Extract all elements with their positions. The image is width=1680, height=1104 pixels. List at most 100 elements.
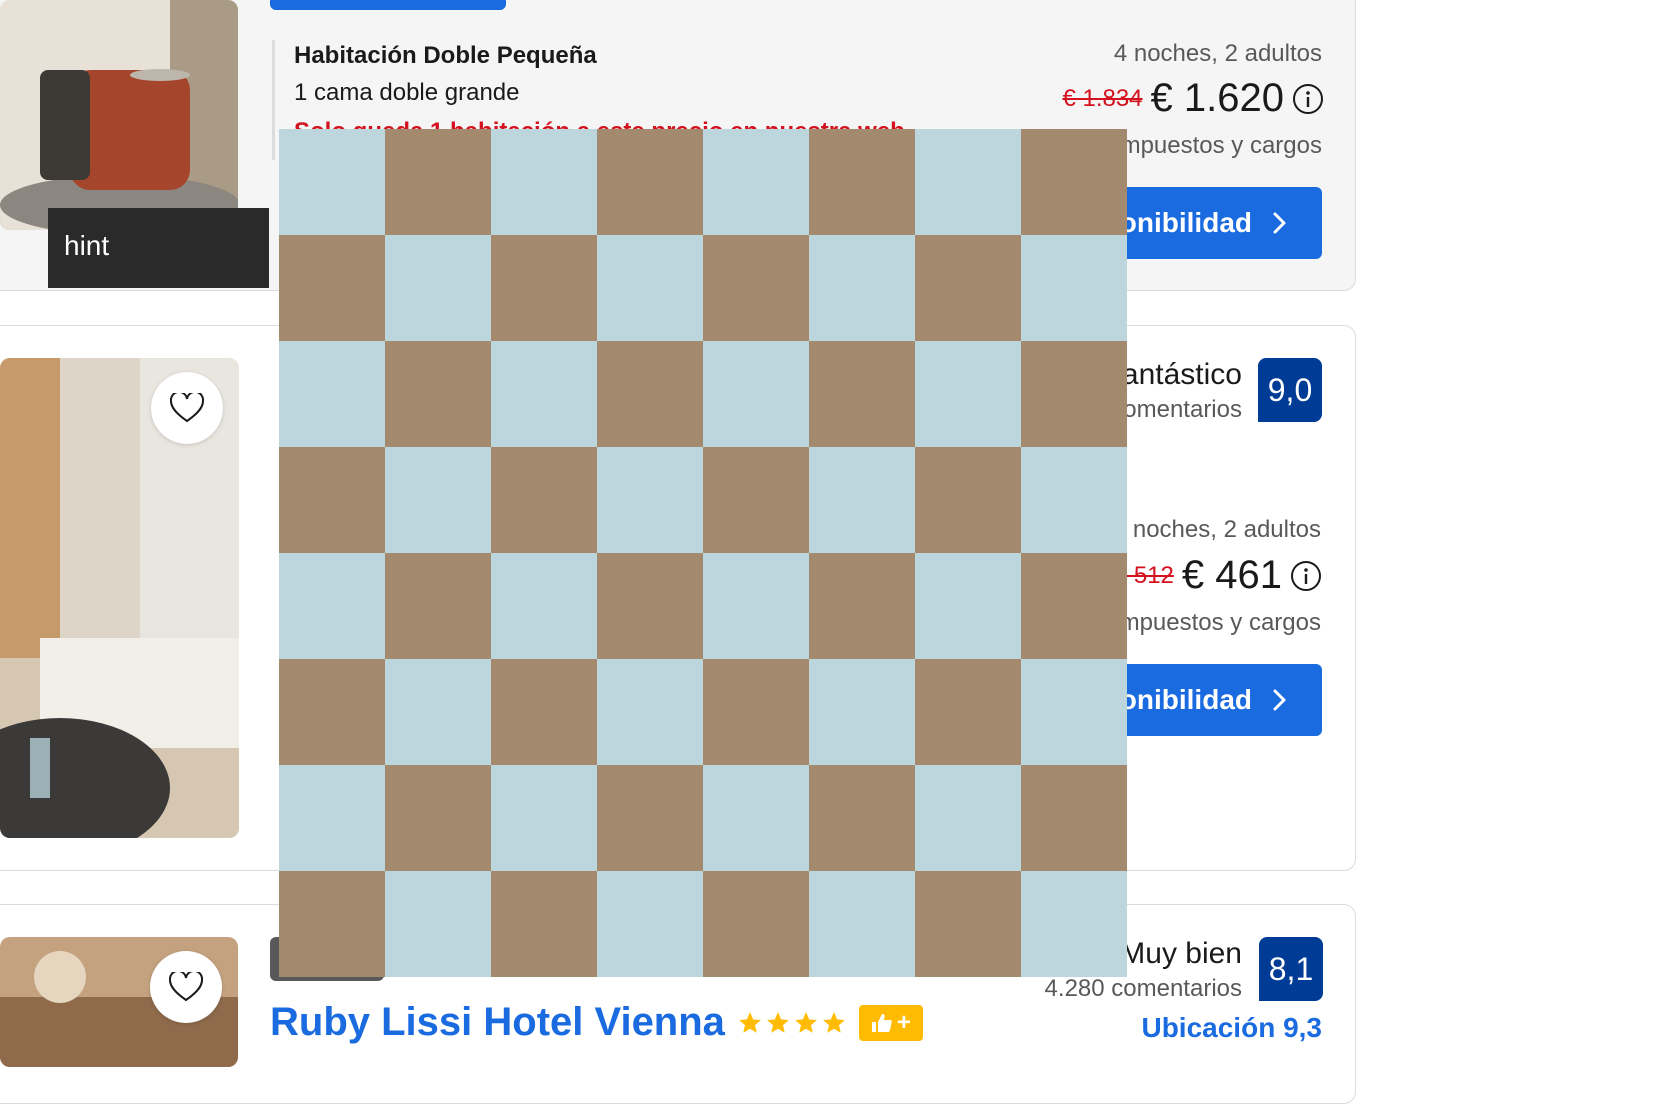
checker-cell: [597, 235, 703, 341]
thumbs-up-icon: [871, 1013, 892, 1032]
checker-cell: [385, 659, 491, 765]
checker-cell: [491, 765, 597, 871]
stay-info-2: 4 noches, 2 adultos: [1112, 516, 1321, 543]
checker-cell: [279, 659, 385, 765]
checker-cell: [1021, 765, 1127, 871]
checker-cell: [703, 447, 809, 553]
checker-cell: [809, 871, 915, 977]
checker-cell: [915, 765, 1021, 871]
review-count-2: comentarios: [1111, 396, 1242, 423]
star-icon: [739, 1011, 761, 1033]
price-row-1: € 1.834 € 1.620: [1062, 76, 1324, 121]
checker-cell: [597, 447, 703, 553]
checker-cell: [491, 871, 597, 977]
checker-cell: [491, 553, 597, 659]
checker-cell: [1021, 129, 1127, 235]
checker-cell: [279, 235, 385, 341]
score-badge-3: 8,1: [1259, 937, 1323, 1001]
checker-cell: [1021, 341, 1127, 447]
checker-cell: [703, 341, 809, 447]
chevron-right-icon: [1273, 689, 1286, 711]
checker-cell: [279, 447, 385, 553]
checker-cell: [491, 235, 597, 341]
checker-cell: [279, 871, 385, 977]
checker-cell: [703, 235, 809, 341]
checker-cell: [703, 553, 809, 659]
room-illustration-1: [0, 0, 238, 230]
checker-cell: [915, 871, 1021, 977]
bed-info-1: 1 cama doble grande: [294, 79, 520, 106]
checker-cell: [915, 659, 1021, 765]
info-icon[interactable]: [1292, 83, 1324, 115]
checker-cell: [385, 235, 491, 341]
checker-cell: [597, 341, 703, 447]
stay-info-1: 4 noches, 2 adultos: [1113, 40, 1322, 67]
checker-cell: [915, 447, 1021, 553]
hotel-name-3[interactable]: Ruby Lissi Hotel Vienna +: [270, 1000, 923, 1045]
checker-cell: [1021, 235, 1127, 341]
review-count-3: 4.280 comentarios: [1044, 975, 1242, 1002]
checker-cell: [279, 765, 385, 871]
checker-cell: [809, 659, 915, 765]
star-icon: [767, 1011, 789, 1033]
location-score-3[interactable]: Ubicación 9,3: [1141, 1012, 1322, 1044]
checker-cell: [915, 129, 1021, 235]
checker-cell: [703, 871, 809, 977]
checker-cell: [491, 129, 597, 235]
checker-cell: [385, 447, 491, 553]
checker-cell: [597, 765, 703, 871]
checker-cell: [1021, 553, 1127, 659]
checker-cell: [1021, 659, 1127, 765]
price-2: € 461: [1181, 553, 1282, 597]
heart-icon: [169, 972, 203, 1002]
favorite-button-3[interactable]: [150, 951, 222, 1023]
info-icon[interactable]: [1290, 560, 1322, 592]
checker-cell: [385, 129, 491, 235]
checker-cell: [597, 871, 703, 977]
checker-cell: [385, 553, 491, 659]
checker-cell: [1021, 447, 1127, 553]
checker-cell: [915, 553, 1021, 659]
checker-cell: [809, 341, 915, 447]
room-divider-1: [272, 40, 275, 160]
checker-cell: [809, 765, 915, 871]
star-icon: [823, 1011, 845, 1033]
checker-cell: [703, 129, 809, 235]
checker-cell: [703, 765, 809, 871]
review-word-3: Muy bien: [1120, 937, 1242, 970]
checker-cell: [385, 765, 491, 871]
checker-cell: [809, 447, 915, 553]
tooltip-hint: hint: [48, 208, 269, 288]
checkerboard-overlay: [279, 129, 1127, 977]
preferred-badge: +: [858, 1004, 923, 1041]
checker-cell: [1021, 871, 1127, 977]
checker-cell: [385, 341, 491, 447]
checker-cell: [809, 553, 915, 659]
checker-cell: [279, 129, 385, 235]
checker-cell: [491, 659, 597, 765]
hotel-photo-1[interactable]: [0, 0, 238, 230]
heart-icon: [170, 393, 204, 423]
top-blue-bar[interactable]: [270, 0, 506, 10]
checker-cell: [809, 235, 915, 341]
star-rating: [737, 1010, 847, 1036]
checker-cell: [597, 129, 703, 235]
price-row-2: € 512 € 461: [1114, 553, 1322, 598]
checker-cell: [809, 129, 915, 235]
score-badge-2: 9,0: [1258, 358, 1322, 422]
chevron-right-icon: [1273, 212, 1286, 234]
old-price-1: € 1.834: [1062, 84, 1143, 112]
checker-cell: [279, 553, 385, 659]
favorite-button-2[interactable]: [151, 372, 223, 444]
star-icon: [795, 1011, 817, 1033]
room-name-1: Habitación Doble Pequeña: [294, 42, 597, 69]
checker-cell: [491, 341, 597, 447]
checker-cell: [491, 447, 597, 553]
checker-cell: [279, 341, 385, 447]
price-1: € 1.620: [1150, 76, 1284, 120]
checker-cell: [915, 341, 1021, 447]
checker-cell: [597, 659, 703, 765]
checker-cell: [597, 553, 703, 659]
checker-cell: [385, 871, 491, 977]
checker-cell: [703, 659, 809, 765]
